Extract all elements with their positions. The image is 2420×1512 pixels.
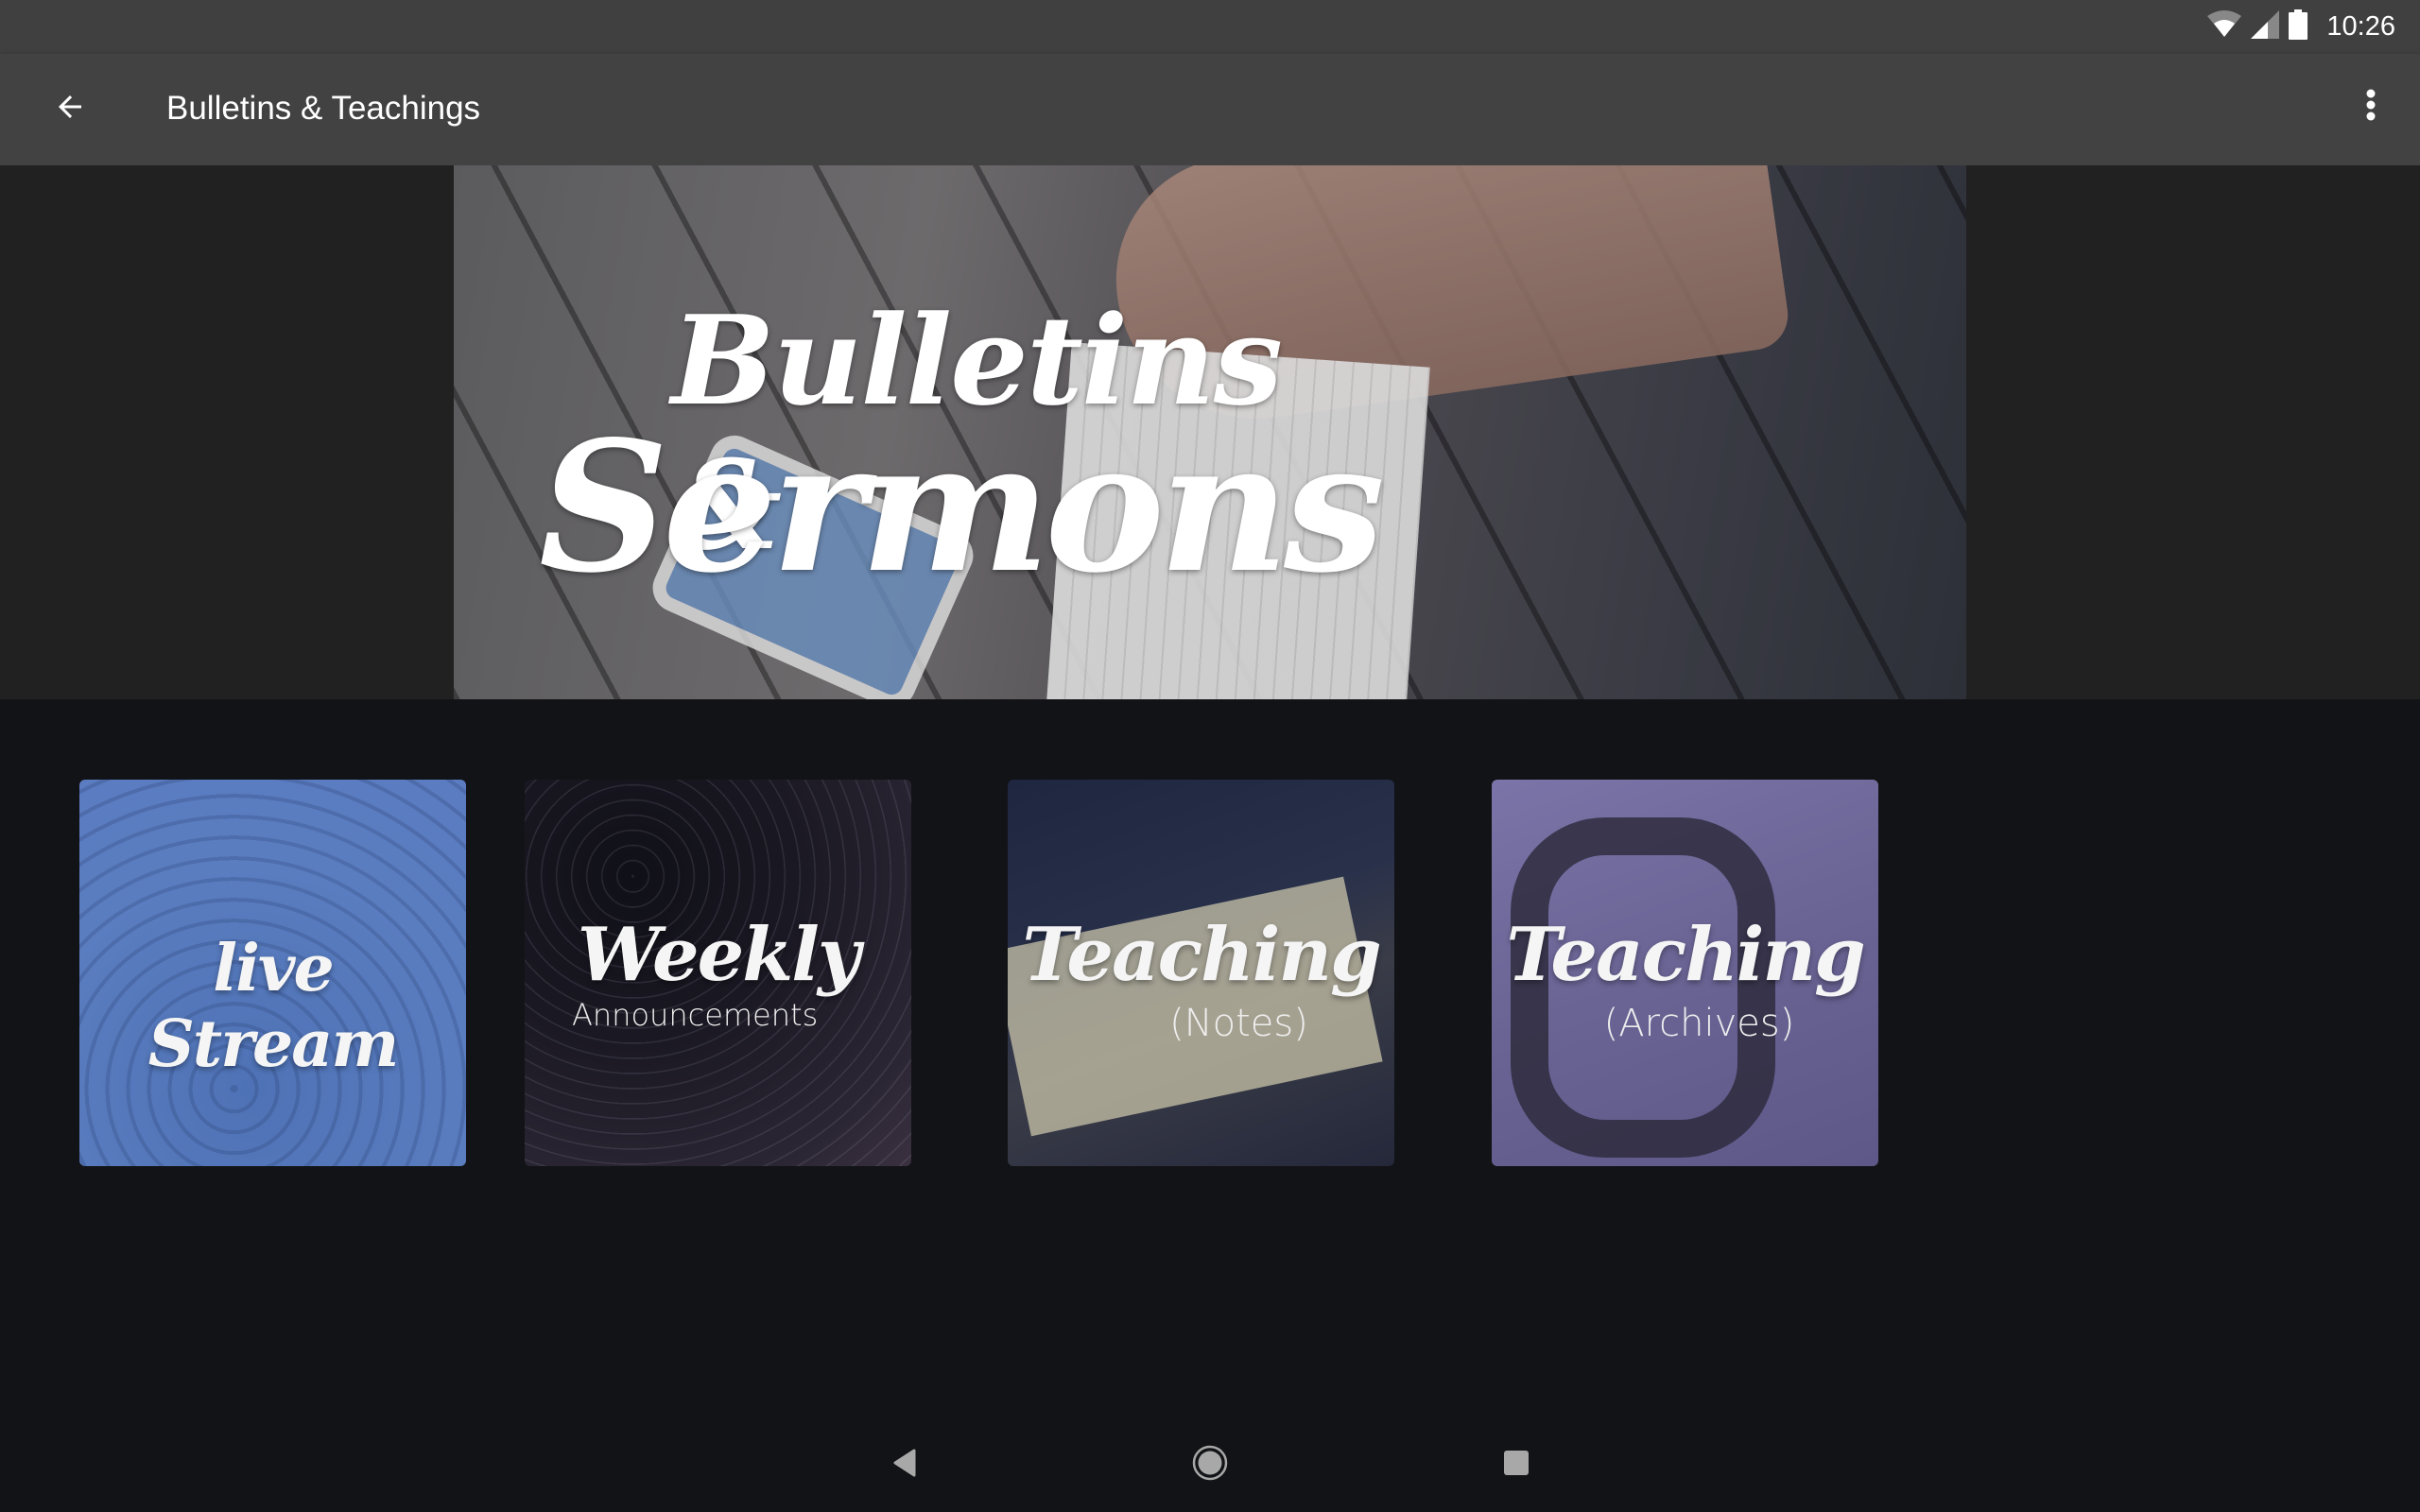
tile-title: Teaching <box>1022 912 1381 998</box>
tile-subtitle: Announcements <box>572 997 819 1033</box>
tile-teaching-notes[interactable]: Teaching (Notes) <box>1008 780 1394 1166</box>
more-vert-icon <box>2365 88 2377 130</box>
nav-recents-icon <box>1503 1450 1530 1481</box>
arrow-left-icon <box>53 90 87 129</box>
tile-live-stream[interactable]: live Stream <box>79 780 466 1166</box>
tile-title: live Stream <box>147 931 400 1082</box>
nav-home-button[interactable] <box>1172 1436 1248 1493</box>
battery-icon <box>2289 9 2308 44</box>
system-nav-bar <box>0 1418 2420 1512</box>
status-bar: 10:26 <box>0 0 2420 54</box>
nav-back-button[interactable] <box>867 1436 942 1493</box>
tile-subtitle: (Archives) <box>1603 1002 1795 1045</box>
status-icons: 10:26 <box>2207 8 2395 45</box>
banner-area: Bulletins & Sermons <box>0 165 2420 699</box>
tile-teaching-archives[interactable]: Teaching (Archives) <box>1492 780 1878 1166</box>
back-button[interactable] <box>42 80 98 137</box>
nav-home-icon <box>1192 1445 1228 1486</box>
tile-title: Weekly <box>577 912 861 998</box>
tile-title: Teaching <box>1506 912 1865 998</box>
cell-signal-icon <box>2251 9 2280 43</box>
tile-weekly-announcements[interactable]: Weekly Announcements <box>525 780 911 1166</box>
overflow-menu-button[interactable] <box>2342 80 2399 137</box>
nav-back-icon <box>891 1449 918 1482</box>
bulletins-sermons-banner[interactable]: Bulletins & Sermons <box>454 165 1966 699</box>
nav-recents-button[interactable] <box>1478 1436 1554 1493</box>
banner-title-line2: Sermons <box>539 402 1385 612</box>
status-time: 10:26 <box>2326 10 2395 42</box>
banner-title: Bulletins & Sermons <box>501 203 1385 657</box>
app-bar: Bulletins & Teachings <box>0 54 2420 165</box>
wifi-icon <box>2207 9 2242 43</box>
tile-subtitle: (Notes) <box>1169 1002 1308 1045</box>
page-title: Bulletins & Teachings <box>166 90 481 127</box>
